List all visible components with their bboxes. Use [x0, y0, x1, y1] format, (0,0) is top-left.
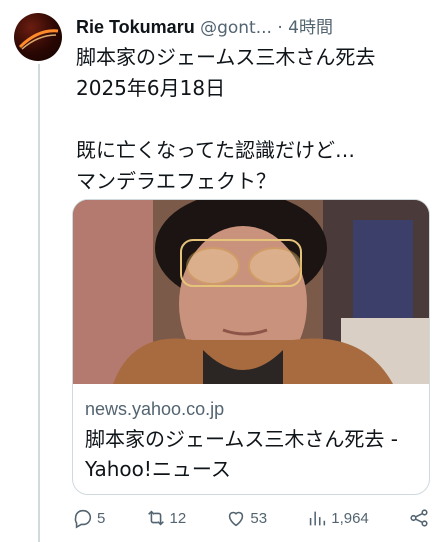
card-image [73, 200, 429, 384]
share-button[interactable] [408, 507, 430, 529]
view-count: 1,964 [331, 509, 369, 527]
tweet-text: 脚本家のジェームス三木さん死去 2025年6月18日 既に亡くなってた認識だけど… [76, 45, 376, 193]
card-title: 脚本家のジェームス三木さん死去 - Yahoo!ニュース [85, 427, 398, 481]
link-card[interactable]: news.yahoo.co.jp 脚本家のジェームス三木さん死去 - Yahoo… [72, 199, 430, 495]
timestamp[interactable]: 4時間 [288, 18, 333, 38]
reply-icon [74, 509, 92, 529]
like-count: 53 [250, 509, 268, 527]
views-icon [310, 511, 326, 526]
repost-icon [147, 510, 164, 526]
repost-count: 12 [169, 509, 187, 527]
views-button[interactable]: 1,964 [306, 507, 369, 529]
repost-button[interactable]: 12 [145, 507, 187, 529]
reply-count: 5 [97, 509, 106, 527]
heart-icon [229, 511, 244, 527]
share-icon [410, 509, 428, 527]
thread-connector-line [38, 64, 40, 542]
avatar[interactable] [14, 13, 62, 61]
display-name[interactable]: Rie Tokumaru [76, 17, 195, 37]
reply-button[interactable]: 5 [72, 507, 105, 529]
separator-dot: · [277, 18, 283, 38]
card-domain: news.yahoo.co.jp [85, 399, 225, 419]
like-button[interactable]: 53 [225, 507, 267, 529]
tweet-header: Rie Tokumaru @gont... · 4時間 [76, 14, 431, 40]
user-handle[interactable]: @gont... [200, 18, 272, 38]
tweet-actions: 5 12 53 1,964 [72, 500, 430, 536]
